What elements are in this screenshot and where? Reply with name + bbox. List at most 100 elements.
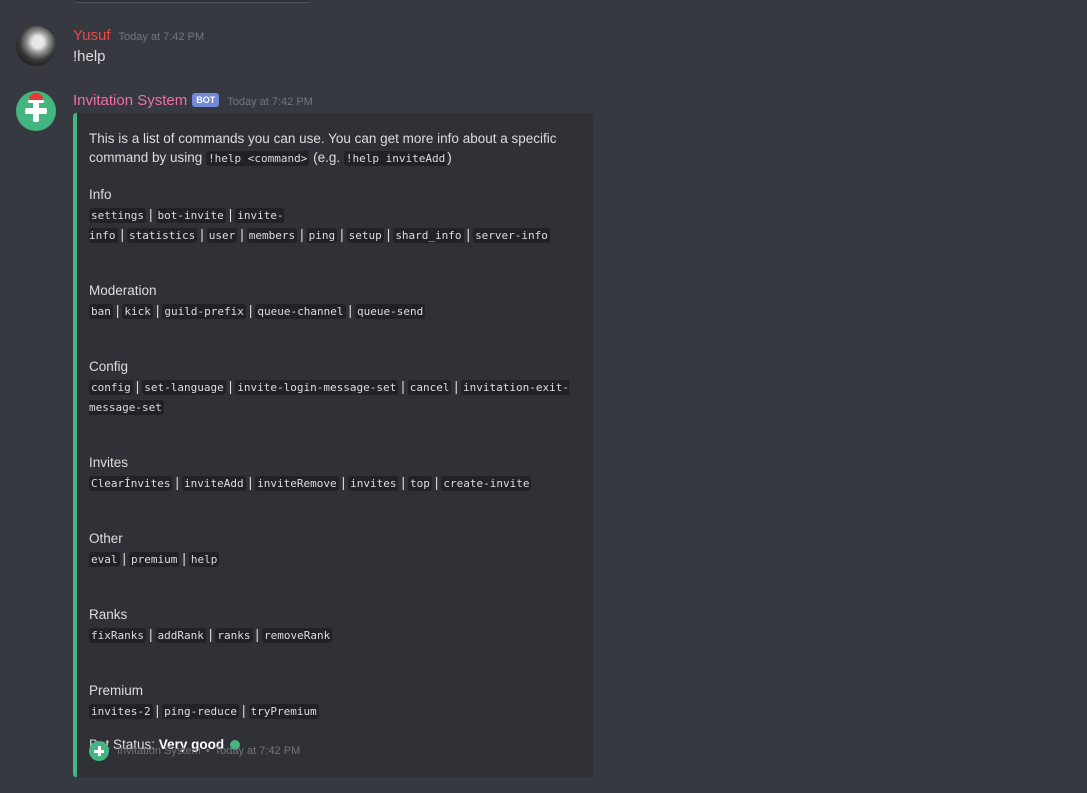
command-separator: | — [208, 627, 213, 642]
command-code: removeRank — [262, 628, 333, 643]
command-code: config — [89, 380, 133, 395]
description-text: (e.g. — [309, 150, 344, 165]
section-title: Other — [89, 531, 123, 546]
section-title: Config — [89, 359, 129, 374]
command-code: tryPremium — [248, 704, 319, 719]
command-code: queue-channel — [255, 304, 346, 319]
santa-hat-icon — [28, 93, 44, 103]
command-separator: | — [340, 227, 344, 242]
description-text: ) — [447, 150, 452, 165]
command-code: set-language — [142, 380, 226, 395]
section-title: Moderation — [89, 283, 157, 298]
command-code: ping-reduce — [162, 704, 239, 719]
command-separator: | — [255, 627, 260, 642]
command-separator: | — [135, 379, 140, 394]
command-code: eval — [89, 552, 120, 567]
command-separator: | — [122, 551, 127, 566]
command-separator: | — [341, 475, 346, 490]
command-separator: | — [386, 227, 391, 242]
section-config: Config config | set-language | invite-login-m… — [89, 357, 579, 417]
command-code: top — [408, 476, 432, 491]
timestamp: Today at 7:42 PM — [227, 96, 313, 108]
section-title: Info — [89, 187, 112, 202]
command-separator: | — [466, 227, 471, 242]
footer-separator: • — [205, 745, 210, 757]
command-code: statistics — [127, 228, 198, 243]
description-text: command by using — [89, 150, 207, 165]
command-code: bot-invite — [155, 208, 226, 223]
command-separator: | — [401, 475, 405, 490]
command-separator: | — [155, 703, 160, 718]
command-code: create-invite — [441, 476, 532, 491]
footer-name: Invitation System — [117, 745, 201, 757]
username[interactable]: Invitation System — [73, 92, 187, 109]
inline-code: !help <command> — [206, 151, 310, 166]
command-separator: | — [454, 379, 458, 394]
footer-timestamp: Today at 7:42 PM — [214, 745, 301, 757]
command-code: settings — [89, 208, 146, 223]
message-header: Invitation System BOT Today at 7:42 PM — [73, 92, 313, 109]
command-separator: | — [120, 227, 125, 242]
command-list: ban | kick | guild-prefix | queue-channel | queu… — [89, 301, 579, 321]
command-separator: | — [228, 379, 233, 394]
previous-message-edge — [75, 0, 310, 3]
footer-icon — [89, 741, 109, 761]
command-separator: | — [148, 207, 153, 222]
command-separator: | — [148, 627, 153, 642]
section-invites: Invites ClearÍnvites | inviteAdd | inviteRemo… — [89, 453, 579, 493]
command-code: ClearÍnvites — [89, 476, 173, 491]
command-separator: | — [300, 227, 304, 242]
command-code: members — [246, 228, 298, 243]
command-code: kick — [122, 304, 153, 319]
timestamp: Today at 7:42 PM — [118, 31, 205, 43]
command-code: inviteAdd — [182, 476, 246, 491]
embed-footer: Invitation System • Today at 7:42 PM — [89, 741, 300, 761]
command-code: help — [188, 552, 220, 567]
command-code: guild-prefix — [162, 304, 246, 319]
username[interactable]: Yusuf — [73, 27, 111, 44]
command-code: invite-login-message-set — [235, 380, 399, 395]
section-ranks: Ranks fixRanks | addRank | ranks | removeRank — [89, 605, 579, 645]
command-code: ping — [306, 228, 338, 243]
command-code: invites-2 — [89, 704, 153, 719]
command-code: user — [206, 228, 238, 243]
command-list: eval | premium | help — [89, 549, 579, 569]
help-embed: This is a list of commands you can use. … — [73, 113, 593, 777]
command-separator: | — [434, 475, 439, 490]
section-other: Other eval | premium | help — [89, 529, 579, 569]
command-code: ban — [89, 304, 113, 319]
command-separator: | — [241, 703, 246, 718]
avatar[interactable] — [16, 26, 56, 66]
command-separator: | — [155, 303, 160, 318]
command-list: config | set-language | invite-login-message… — [89, 377, 579, 417]
avatar[interactable] — [16, 91, 56, 131]
command-list: ClearÍnvites | inviteAdd | inviteRemove | invi… — [89, 473, 579, 493]
command-code: addRank — [155, 628, 206, 643]
plus-icon — [25, 100, 47, 122]
command-separator: | — [401, 379, 405, 394]
command-separator: | — [182, 551, 186, 566]
message-header: Yusuf Today at 7:42 PM — [73, 27, 204, 44]
bot-badge: BOT — [192, 93, 220, 107]
command-code: invites — [348, 476, 399, 491]
command-separator: | — [200, 227, 204, 242]
message-content: !help — [73, 48, 106, 65]
command-separator: | — [115, 303, 120, 318]
section-moderation: Moderation ban | kick | guild-prefix | queue-ch… — [89, 281, 579, 321]
command-code: inviteRemove — [255, 476, 339, 491]
command-code: fixRanks — [89, 628, 146, 643]
command-code: ranks — [215, 628, 253, 643]
description-text: This is a list of commands you can use. … — [89, 131, 557, 146]
section-info: Info settings | bot-invite | invite-info | stat… — [89, 185, 579, 245]
command-code: setup — [346, 228, 384, 243]
command-sections: Info settings | bot-invite | invite-info | stat… — [89, 185, 579, 721]
section-premium: Premium invites-2 | ping-reduce | tryPremium — [89, 681, 579, 721]
command-separator: | — [175, 475, 179, 490]
command-separator: | — [248, 475, 253, 490]
command-separator: | — [228, 207, 233, 222]
command-list: invites-2 | ping-reduce | tryPremium — [89, 701, 579, 721]
embed-description: This is a list of commands you can use. … — [89, 129, 579, 168]
inline-code: !help inviteAdd — [343, 151, 448, 166]
command-code: queue-send — [355, 304, 426, 319]
section-title: Premium — [89, 683, 144, 698]
